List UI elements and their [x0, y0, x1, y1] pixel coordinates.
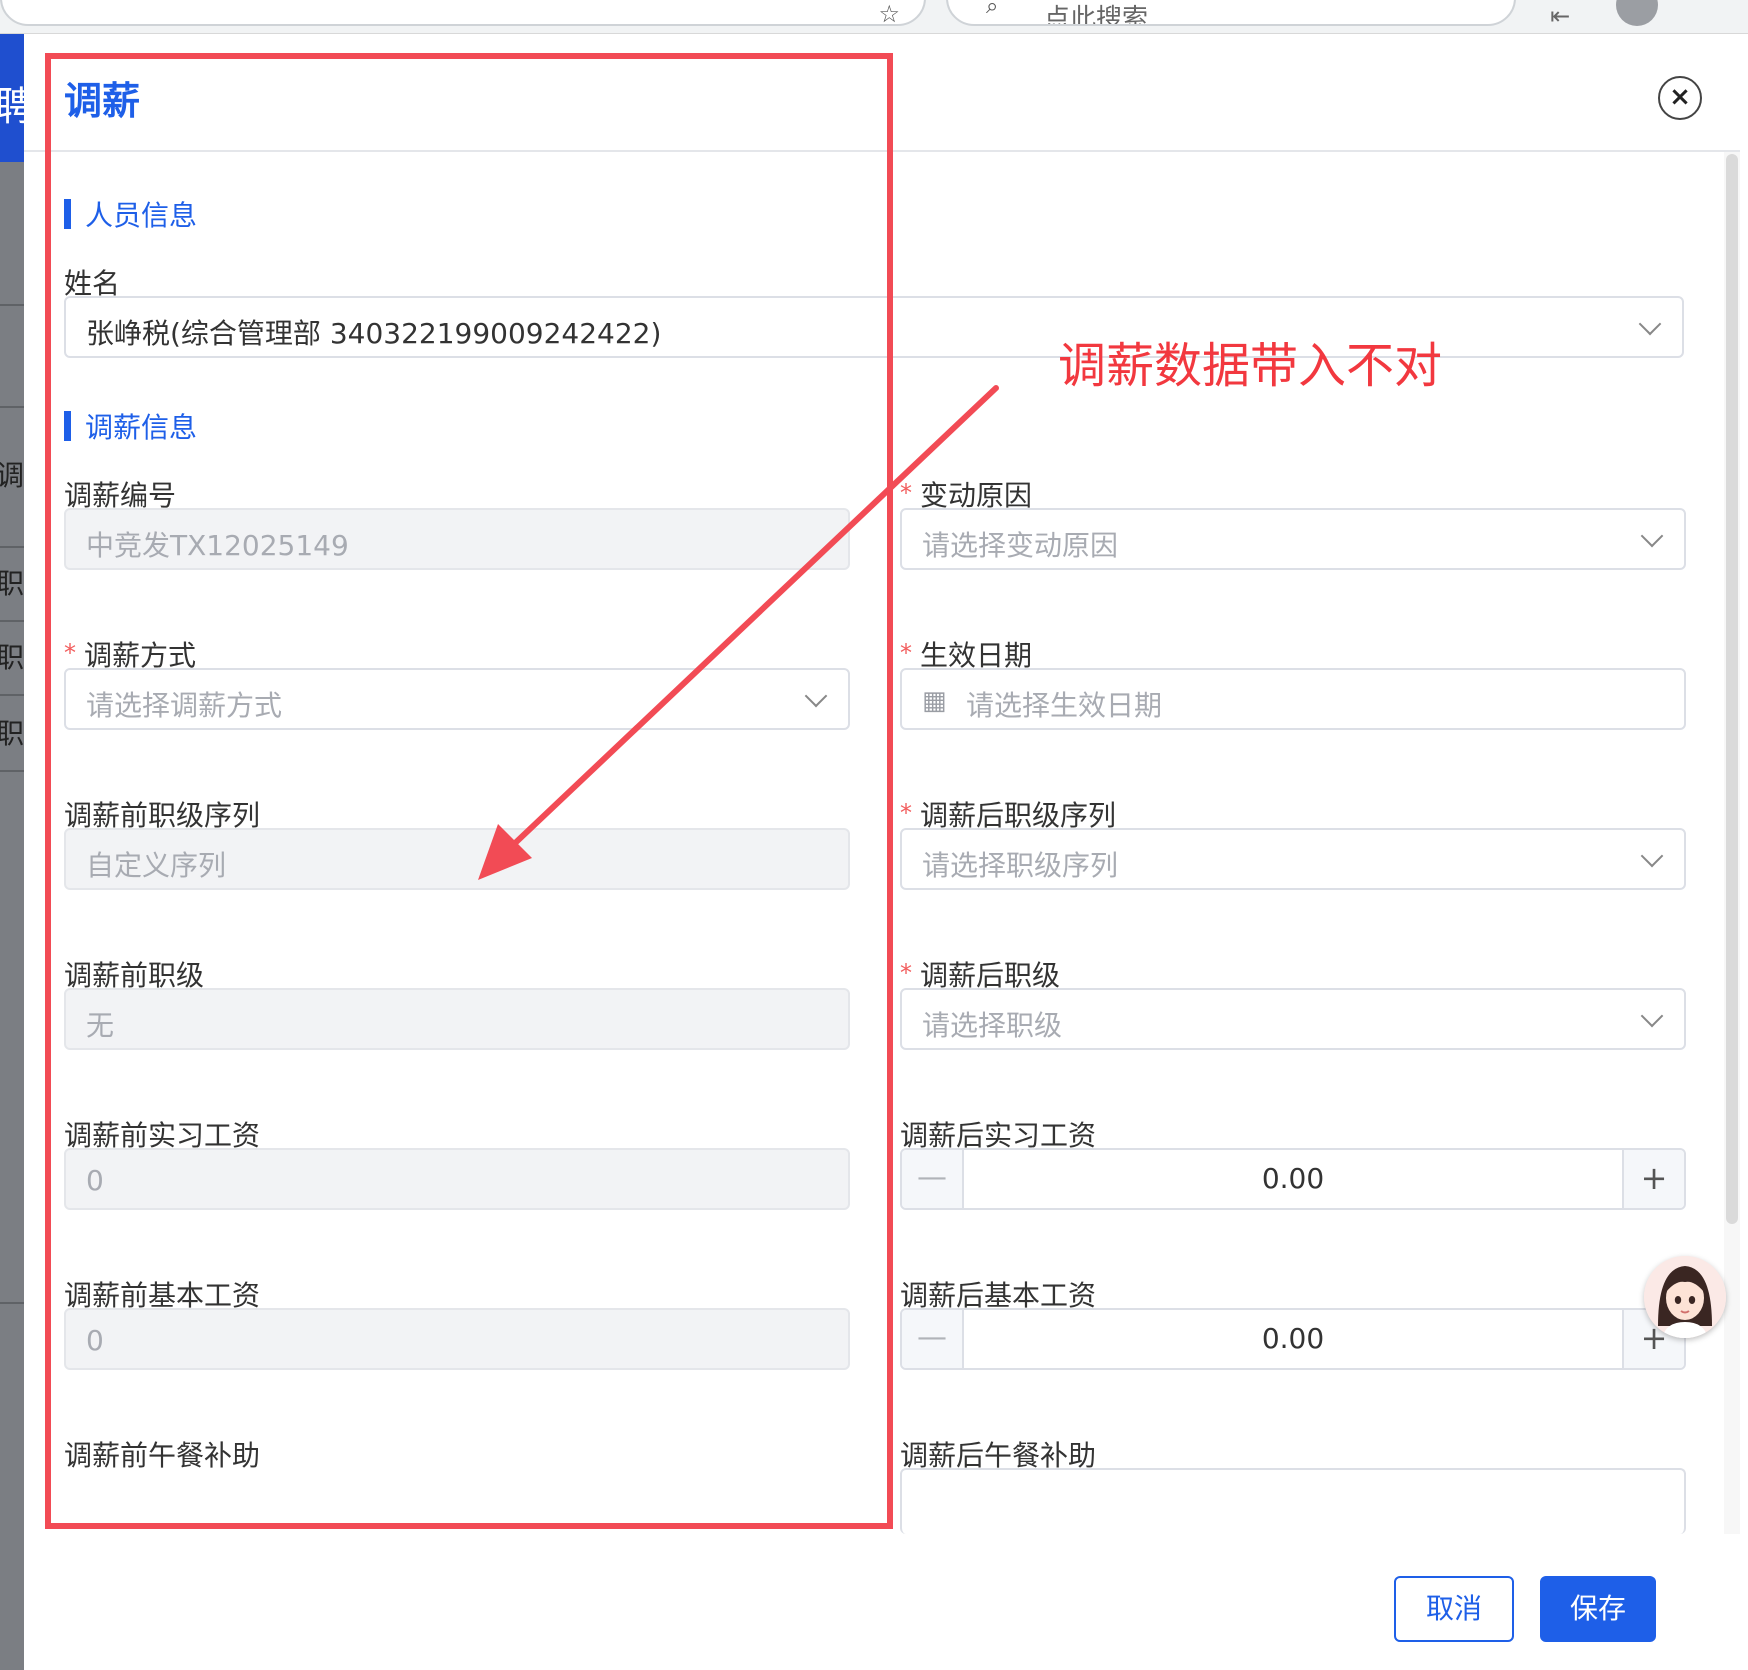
browser-search-box[interactable]: ⌕ 点此搜索 — [946, 0, 1516, 26]
required-mark: * — [900, 799, 912, 827]
assistant-avatar-icon — [1644, 1256, 1726, 1338]
screenshot-stage: ☆ ⌕ 点此搜索 ⇤ 聘 调 职 职 职 调薪 × 人员信息 姓名 张峥税(综合… — [0, 0, 1748, 1670]
required-mark: * — [900, 959, 912, 987]
save-button[interactable]: 保存 — [1540, 1576, 1656, 1642]
bookmark-star-icon[interactable]: ☆ — [878, 0, 900, 28]
required-mark: * — [900, 479, 912, 507]
background-side-label: 调 — [0, 459, 25, 492]
after-level-select[interactable]: 请选择职级 — [900, 988, 1686, 1050]
increment-button[interactable]: + — [1622, 1150, 1684, 1208]
background-side-label: 职 — [0, 567, 25, 600]
chevron-down-icon — [1640, 1004, 1664, 1028]
after-basic-wage-stepper[interactable]: — 0.00 + — [900, 1308, 1686, 1370]
after-series-placeholder: 请选择职级序列 — [922, 849, 1119, 882]
after-basic-wage-value[interactable]: 0.00 — [964, 1322, 1622, 1355]
address-bar[interactable]: ☆ — [0, 0, 926, 28]
annotation-note: 调薪数据带入不对 — [1058, 338, 1443, 394]
effective-date-placeholder: 请选择生效日期 — [966, 689, 1163, 722]
required-mark: * — [900, 639, 912, 667]
dialog-scrollbar-thumb[interactable] — [1726, 154, 1738, 1224]
chevron-down-icon — [1640, 844, 1664, 868]
search-placeholder: 点此搜索 — [1044, 4, 1149, 26]
chevron-down-icon — [1640, 524, 1664, 548]
background-app-sidebar: 聘 调 职 职 职 — [0, 34, 34, 1670]
search-icon: ⌕ — [986, 0, 999, 19]
effective-date-picker[interactable]: ▦ 请选择生效日期 — [900, 668, 1686, 730]
calendar-icon: ▦ — [922, 686, 947, 716]
browser-toolbar: ☆ ⌕ 点此搜索 ⇤ — [0, 0, 1748, 34]
close-button[interactable]: × — [1658, 76, 1702, 120]
annotation-highlight-box — [45, 53, 893, 1529]
background-nav-active: 聘 — [0, 34, 34, 162]
profile-avatar[interactable] — [1616, 0, 1658, 26]
close-icon: × — [1669, 82, 1691, 112]
chevron-down-icon — [1638, 312, 1662, 336]
background-side-label: 职 — [0, 641, 25, 674]
decrement-button[interactable]: — — [902, 1310, 964, 1368]
change-reason-placeholder: 请选择变动原因 — [922, 529, 1119, 562]
after-series-select[interactable]: 请选择职级序列 — [900, 828, 1686, 890]
after-level-placeholder: 请选择职级 — [922, 1009, 1063, 1042]
after-intern-wage-value[interactable]: 0.00 — [964, 1162, 1622, 1195]
change-reason-select[interactable]: 请选择变动原因 — [900, 508, 1686, 570]
after-lunch-subsidy-stepper[interactable] — [900, 1468, 1686, 1534]
decrement-button[interactable]: — — [902, 1150, 964, 1208]
background-side-label: 职 — [0, 717, 25, 750]
after-intern-wage-stepper[interactable]: — 0.00 + — [900, 1148, 1686, 1210]
cancel-button[interactable]: 取消 — [1394, 1576, 1514, 1642]
extensions-icon[interactable]: ⇤ — [1550, 2, 1570, 30]
assistant-avatar-button[interactable] — [1644, 1256, 1726, 1338]
